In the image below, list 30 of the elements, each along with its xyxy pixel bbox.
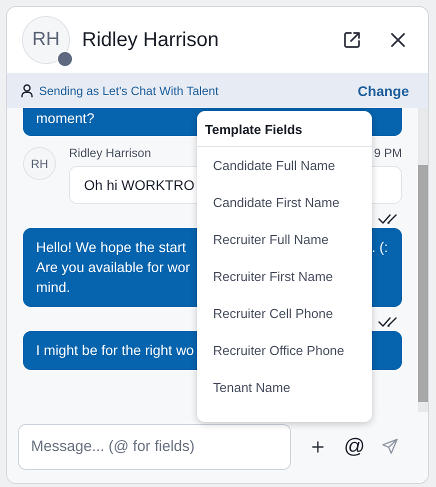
message-field[interactable]: Message... (@ for fields) xyxy=(18,424,291,470)
menu-item[interactable]: Candidate First Name xyxy=(197,184,372,221)
add-icon[interactable] xyxy=(312,440,324,454)
menu-item[interactable]: Recruiter Full Name xyxy=(197,221,372,258)
mention-button[interactable]: @ xyxy=(344,436,366,457)
message-text: Are you available for wor xyxy=(36,258,190,277)
message-text: Oh hi WORKTRO xyxy=(84,177,194,193)
sender-name: Ridley Harrison xyxy=(69,146,152,160)
sending-as-text: Sending as Let's Chat With Talent xyxy=(39,84,220,98)
message-time: 9 PM xyxy=(374,146,402,160)
person-icon xyxy=(21,84,33,98)
menu-title: Template Fields xyxy=(197,111,372,147)
menu-item[interactable]: Recruiter Office Phone xyxy=(197,332,372,369)
contact-name: Ridley Harrison xyxy=(82,28,220,52)
message-text: Hello! We hope the start xyxy=(36,238,186,257)
scrollbar-thumb[interactable] xyxy=(418,165,428,402)
avatar-initials: RH xyxy=(30,156,48,170)
menu-item[interactable]: Candidate Full Name xyxy=(197,147,372,184)
menu-item[interactable]: Recruiter Cell Phone xyxy=(197,295,372,332)
send-icon[interactable] xyxy=(382,437,398,456)
message-text: moment? xyxy=(36,109,94,128)
change-link[interactable]: Change xyxy=(358,82,409,98)
avatar-initials: RH xyxy=(32,29,60,51)
open-external-icon[interactable] xyxy=(342,30,362,50)
menu-item[interactable]: Recruiter First Name xyxy=(197,258,372,295)
menu-item[interactable]: Tenant Name xyxy=(197,369,372,406)
close-icon[interactable] xyxy=(390,32,406,48)
message-text: I might be for the right wo xyxy=(36,341,194,360)
message-text: mind. xyxy=(36,278,70,297)
message-text: . (: xyxy=(372,238,388,257)
